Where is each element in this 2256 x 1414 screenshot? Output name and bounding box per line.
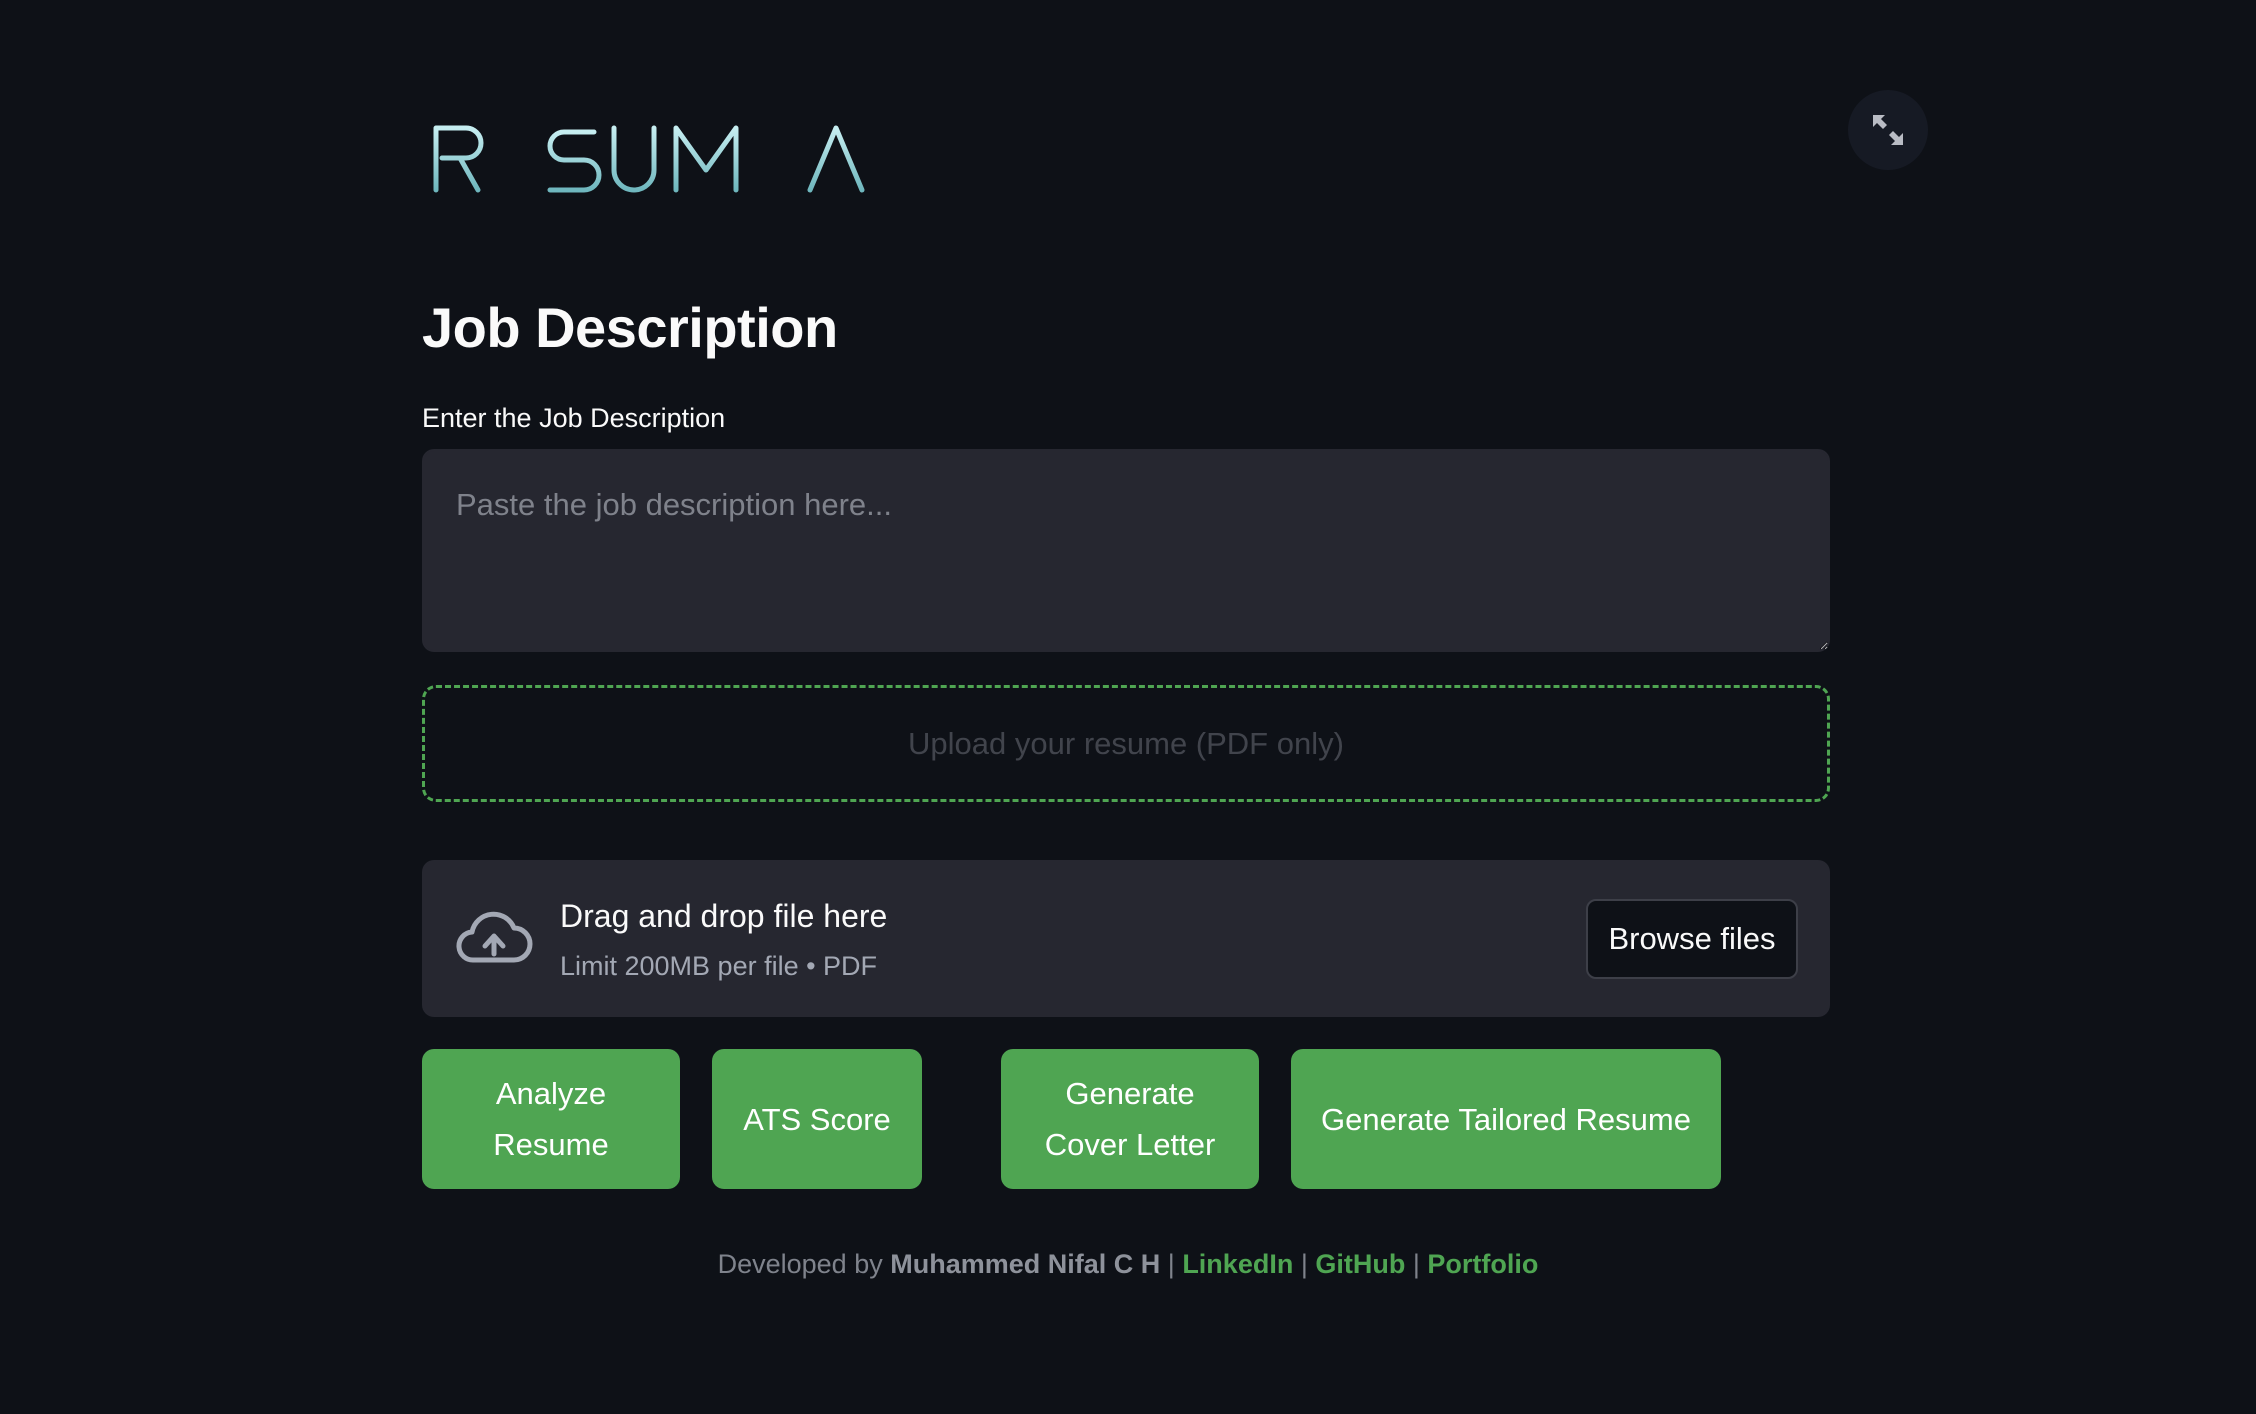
dropzone-limit-text: Limit 200MB per file • PDF <box>560 951 878 981</box>
footer-separator: | <box>1167 1249 1175 1279</box>
cover-letter-label-line2: Cover Letter <box>1044 1127 1216 1162</box>
analyze-resume-button[interactable]: Analyze Resume <box>422 1049 680 1189</box>
ats-score-button[interactable]: ATS Score <box>712 1049 922 1189</box>
browse-files-button[interactable]: Browse files <box>1586 899 1798 979</box>
job-description-label: Enter the Job Description <box>422 403 726 433</box>
app-page: Job Description Enter the Job Descriptio… <box>0 0 2256 1414</box>
footer: Developed by Muhammed Nifal C H | Linked… <box>0 1246 2256 1282</box>
fullscreen-button[interactable] <box>1848 90 1928 170</box>
tailored-resume-label: Generate Tailored Resume <box>1321 1101 1691 1137</box>
cloud-upload-icon <box>456 911 533 963</box>
upload-resume-prompt: Upload your resume (PDF only) <box>422 685 1830 802</box>
job-description-input[interactable] <box>422 449 1830 652</box>
generate-cover-letter-button[interactable]: Generate Cover Letter <box>1001 1049 1259 1189</box>
footer-separator: | <box>1300 1249 1308 1279</box>
generate-tailored-resume-button[interactable]: Generate Tailored Resume <box>1291 1049 1721 1189</box>
cover-letter-label-line1: Generate <box>1065 1076 1195 1111</box>
fullscreen-expand-icon <box>1873 115 1903 145</box>
analyze-resume-label-line1: Analyze <box>495 1076 607 1111</box>
portfolio-link[interactable]: Portfolio <box>1427 1249 1538 1279</box>
footer-author: Muhammed Nifal C H <box>890 1249 1161 1279</box>
resumeai-logo <box>432 122 902 194</box>
upload-prompt-text: Upload your resume (PDF only) <box>908 725 1344 761</box>
github-link[interactable]: GitHub <box>1315 1249 1405 1279</box>
dropzone-title: Drag and drop file here <box>560 898 888 934</box>
page-title: Job Description <box>422 296 838 359</box>
linkedin-link[interactable]: LinkedIn <box>1182 1249 1293 1279</box>
analyze-resume-label-line2: Resume <box>493 1127 609 1162</box>
file-dropzone[interactable]: Drag and drop file here Limit 200MB per … <box>422 860 1830 1017</box>
footer-prefix: Developed by <box>717 1249 883 1279</box>
ats-score-label: ATS Score <box>743 1101 891 1137</box>
footer-separator: | <box>1412 1249 1420 1279</box>
